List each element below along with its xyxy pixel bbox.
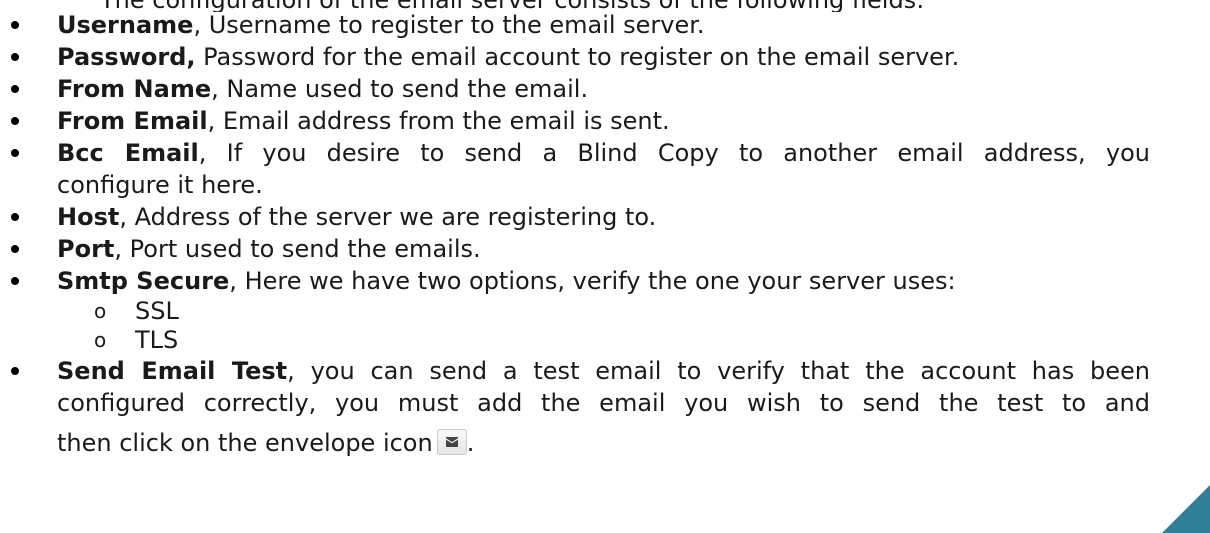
bullet-icon	[11, 245, 19, 253]
list-item-bcc-email: Bcc Email, If you desire to send a Blind…	[0, 137, 1150, 201]
bcc-line-1: Bcc Email, If you desire to send a Blind…	[57, 137, 1150, 169]
list-item-from-name: From Name, Name used to send the email.	[0, 73, 1150, 105]
send-test-line-1: Send Email Test, you can send a test ema…	[57, 355, 1150, 387]
corner-triangle	[1162, 485, 1210, 533]
bullet-icon	[11, 21, 19, 29]
list-item-from-email: From Email, Email address from the email…	[0, 105, 1150, 137]
field-description: Email address from the email is sent.	[215, 107, 670, 135]
bullet-icon	[11, 53, 19, 61]
term-separator: ,	[287, 357, 295, 385]
bullet-icon	[11, 213, 19, 221]
field-description-continued: configure it here.	[57, 171, 263, 199]
list-item-host: Host, Address of the server we are regis…	[0, 201, 1150, 233]
term-separator: ,	[193, 11, 202, 39]
smtp-secure-options: o SSL o TLS	[57, 297, 1150, 355]
field-description-continued: configured correctly, you must add the e…	[57, 389, 1150, 417]
sentence-period: .	[466, 429, 475, 457]
field-description: Password for the email account to regist…	[195, 43, 960, 71]
list-item-username: Username, Username to register to the em…	[0, 9, 1150, 41]
list-item-port: Port, Port used to send the emails.	[0, 233, 1150, 265]
bullet-icon	[11, 277, 19, 285]
field-description: Port used to send the emails.	[122, 235, 481, 263]
field-description: Address of the server we are registering…	[126, 203, 657, 231]
send-test-line-3: then click on the envelope icon.	[57, 427, 1150, 459]
field-description: Here we have two options, verify the one…	[236, 267, 956, 295]
field-description: Username to register to the email server…	[201, 11, 705, 39]
field-term: Port	[57, 235, 115, 263]
term-separator: ,	[229, 267, 237, 295]
field-term: From Email	[57, 107, 208, 135]
option-label: SSL	[135, 297, 179, 325]
field-description-continued: then click on the envelope icon	[57, 429, 433, 457]
smtp-option-tls: o TLS	[57, 326, 1150, 355]
email-config-field-list: Username, Username to register to the em…	[0, 9, 1150, 459]
field-term: Password,	[57, 43, 196, 71]
circle-bullet-icon: o	[94, 328, 107, 352]
list-item-send-email-test: Send Email Test, you can send a test ema…	[0, 355, 1150, 459]
field-term: Username	[57, 11, 194, 39]
field-term: Smtp Secure	[57, 267, 230, 295]
field-term: Host	[57, 203, 120, 231]
list-item-smtp-secure: Smtp Secure, Here we have two options, v…	[0, 265, 1150, 355]
envelope-icon	[445, 437, 458, 447]
term-separator: ,	[114, 235, 123, 263]
list-item-password: Password, Password for the email account…	[0, 41, 1150, 73]
bullet-icon	[11, 149, 19, 157]
field-term: Send Email Test	[57, 357, 288, 385]
field-term: Bcc Email	[57, 139, 199, 167]
bullet-icon	[11, 85, 19, 93]
field-description: Name used to send the email.	[218, 75, 589, 103]
envelope-button-image	[436, 429, 467, 455]
field-description: If you desire to send a Blind Copy to an…	[206, 139, 1150, 167]
field-term: From Name	[57, 75, 212, 103]
term-separator: ,	[211, 75, 219, 103]
field-description: you can send a test email to verify that…	[294, 357, 1150, 385]
option-label: TLS	[135, 326, 179, 354]
term-separator: ,	[119, 203, 127, 231]
circle-bullet-icon: o	[94, 299, 107, 323]
bullet-icon	[11, 367, 19, 375]
bullet-icon	[11, 117, 19, 125]
smtp-option-ssl: o SSL	[57, 297, 1150, 326]
